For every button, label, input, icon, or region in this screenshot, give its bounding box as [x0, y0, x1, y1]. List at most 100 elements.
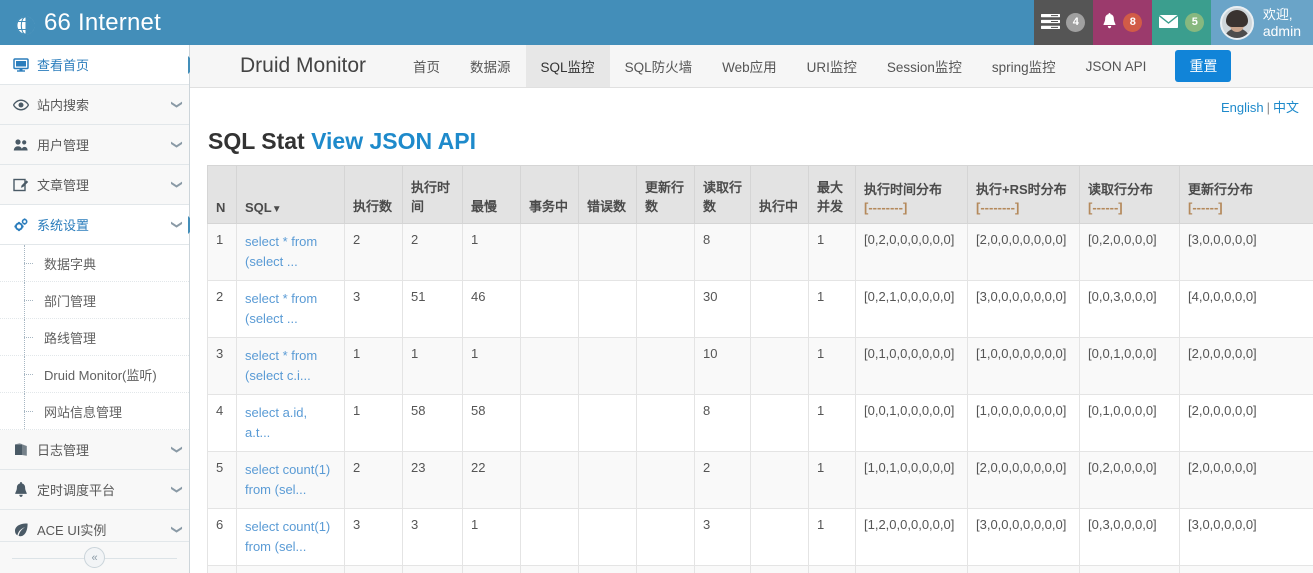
- cell-error_count: [578, 337, 637, 395]
- druid-tab-8[interactable]: JSON API: [1071, 45, 1162, 87]
- leaf-icon: [13, 522, 37, 538]
- column-header-label: 事务中: [529, 199, 569, 214]
- chevron-down-icon: ❮: [170, 179, 183, 190]
- messages-menu-button[interactable]: 5: [1151, 0, 1211, 45]
- column-header-3: 执行时间: [402, 165, 463, 224]
- sidebar-subitem-label: 数据字典: [44, 256, 97, 272]
- cell-exec_rs_dist: [2,0,0,0,0,0,0,0]: [967, 223, 1080, 281]
- cell-sql[interactable]: select * from (select ...: [236, 280, 345, 338]
- column-header-7: 更新行数: [636, 165, 695, 224]
- cell-read_rows: 30: [694, 280, 751, 338]
- column-header-label: 执行中: [759, 199, 799, 214]
- druid-tab-4[interactable]: Web应用: [707, 45, 792, 87]
- cell-sql[interactable]: select * from (select c.i...: [236, 337, 345, 395]
- tasks-menu-button[interactable]: 4: [1033, 0, 1093, 45]
- header-spacer: [190, 0, 1034, 45]
- cell-max_concurrent: 1: [808, 223, 856, 281]
- sidebar-item-label: 用户管理: [37, 138, 90, 153]
- cell-update_rows: [636, 451, 695, 509]
- druid-tab-label: SQL监控: [540, 60, 595, 75]
- druid-tab-7[interactable]: spring监控: [977, 45, 1071, 87]
- sidebar-item-2[interactable]: 用户管理 ❮: [0, 125, 189, 165]
- cell-exec_time_dist: [0,2,1,0,0,0,0,0]: [855, 280, 968, 338]
- cell-n: 3: [207, 337, 237, 395]
- cell-exec_time_dist: [0,1,0,0,0,0,0,0]: [855, 337, 968, 395]
- lang-english-link[interactable]: English: [1221, 100, 1264, 115]
- cell-in_tx: [520, 280, 579, 338]
- cell-sql[interactable]: select count(1) from (sel...: [236, 508, 345, 566]
- sidebar-item-3[interactable]: 文章管理 ❮: [0, 165, 189, 205]
- cell-error_count: [578, 394, 637, 452]
- cell-in_tx: [520, 223, 579, 281]
- sidebar-subitem-4[interactable]: 网站信息管理: [0, 393, 189, 430]
- sidebar-subitem-1[interactable]: 部门管理: [0, 282, 189, 319]
- brand-logo[interactable]: 66 Internet: [0, 0, 190, 45]
- druid-tab-1[interactable]: 数据源: [455, 45, 526, 87]
- sidebar-item-label: ACE UI实例: [37, 523, 107, 538]
- druid-tab-0[interactable]: 首页: [398, 45, 455, 87]
- notifications-menu-button[interactable]: 8: [1092, 0, 1152, 45]
- notifications-badge: 8: [1123, 13, 1143, 32]
- sort-descending-icon[interactable]: ▼: [272, 204, 282, 215]
- cell-max_concurrent: [808, 565, 856, 573]
- column-header-label: 最大并发: [817, 180, 844, 214]
- cell-update_rows: [636, 565, 695, 573]
- column-header-label: 读取行分布: [1088, 182, 1154, 197]
- column-header-label: 最慢: [471, 199, 498, 214]
- lang-chinese-link[interactable]: 中文: [1273, 100, 1299, 115]
- cell-sql[interactable]: select count(1) from (sel...: [236, 451, 345, 509]
- druid-tab-label: Session监控: [886, 60, 962, 75]
- table-row: 2 select * from (select ... 3 51 46 30 1 [0,2,1…: [207, 280, 1313, 338]
- table-header-row: N SQL▼ 执行数 执行时间 最慢 事务中 错误数 更新行数 读取行数 执行中 最大并发 执行时间分…: [207, 165, 1313, 224]
- cell-slowest: 1: [462, 223, 521, 281]
- cell-exec_rs_dist: [1,0,0,0,0,0,0,0]: [967, 394, 1080, 452]
- user-menu-button[interactable]: 欢迎, admin: [1210, 0, 1313, 45]
- cell-exec_time_dist: [0,0,1,0,0,0,0,0]: [855, 394, 968, 452]
- language-switcher: English | 中文: [190, 88, 1313, 116]
- cell-exec_count: 3: [344, 508, 403, 566]
- cell-sql[interactable]: [236, 565, 345, 573]
- sidebar-subitem-0[interactable]: 数据字典: [0, 245, 189, 282]
- column-header-1[interactable]: SQL▼: [236, 165, 345, 224]
- sql-link[interactable]: select * from (select ...: [245, 234, 317, 269]
- tasks-badge: 4: [1066, 13, 1086, 32]
- reset-button[interactable]: 重置: [1175, 50, 1232, 82]
- globe-icon: [16, 14, 35, 35]
- table-head: N SQL▼ 执行数 执行时间 最慢 事务中 错误数 更新行数 读取行数 执行中 最大并发 执行时间分…: [207, 165, 1313, 224]
- cell-sql[interactable]: select a.id, a.t...: [236, 394, 345, 452]
- sql-link[interactable]: select a.id, a.t...: [245, 405, 307, 440]
- table-row: 4 select a.id, a.t... 1 58 58 8 1 [0,0,1,0,0,0,…: [207, 394, 1313, 452]
- druid-tab-3[interactable]: SQL防火墙: [610, 45, 708, 87]
- book-icon: [13, 442, 37, 458]
- cell-exec_count: 1: [344, 337, 403, 395]
- druid-navbar: Druid Monitor 首页 数据源 SQL监控 SQL防火墙 Web应用 URI监控…: [190, 45, 1313, 88]
- envelope-icon: [1158, 13, 1180, 32]
- druid-tab-5[interactable]: URI监控: [792, 45, 872, 87]
- sql-link[interactable]: select * from (select ...: [245, 291, 317, 326]
- druid-tab-2[interactable]: SQL监控: [525, 45, 610, 87]
- sql-link[interactable]: select count(1) from (sel...: [245, 519, 330, 554]
- sql-link[interactable]: select * from (select c.i...: [245, 348, 317, 383]
- sidebar-item-1[interactable]: 定时调度平台 ❮: [0, 470, 189, 510]
- cell-error_count: [578, 280, 637, 338]
- druid-tab-label: spring监控: [991, 60, 1056, 75]
- view-json-api-link[interactable]: View JSON API: [311, 128, 476, 154]
- sidebar-item-1[interactable]: 站内搜索 ❮: [0, 85, 189, 125]
- cell-update_rows: [636, 337, 695, 395]
- sidebar-subitem-3[interactable]: Druid Monitor(监听): [0, 356, 189, 393]
- cell-running: [750, 337, 809, 395]
- double-chevron-left-icon[interactable]: «: [84, 547, 105, 568]
- sidebar-subitem-2[interactable]: 路线管理: [0, 319, 189, 356]
- druid-tab-6[interactable]: Session监控: [872, 45, 977, 87]
- column-header-4: 最慢: [462, 165, 521, 224]
- sidebar-item-4[interactable]: 系统设置 ❮: [0, 205, 197, 245]
- cell-in_tx: [520, 337, 579, 395]
- cell-sql[interactable]: select * from (select ...: [236, 223, 345, 281]
- cell-running: [750, 451, 809, 509]
- sql-link[interactable]: select count(1) from (sel...: [245, 462, 330, 497]
- sidebar: 查看首页 站内搜索 ❮ 用户管理 ❮ 文章管理 ❮ 系统设置 ❮ 数据字典 部门管理 路线管理 Dru…: [0, 45, 197, 573]
- sidebar-item-0[interactable]: 日志管理 ❮: [0, 430, 189, 470]
- cell-exec_time: 2: [402, 223, 463, 281]
- sidebar-item-0[interactable]: 查看首页: [0, 45, 197, 85]
- cell-update_row_dist: [3,0,0,0,0,0]: [1179, 223, 1313, 281]
